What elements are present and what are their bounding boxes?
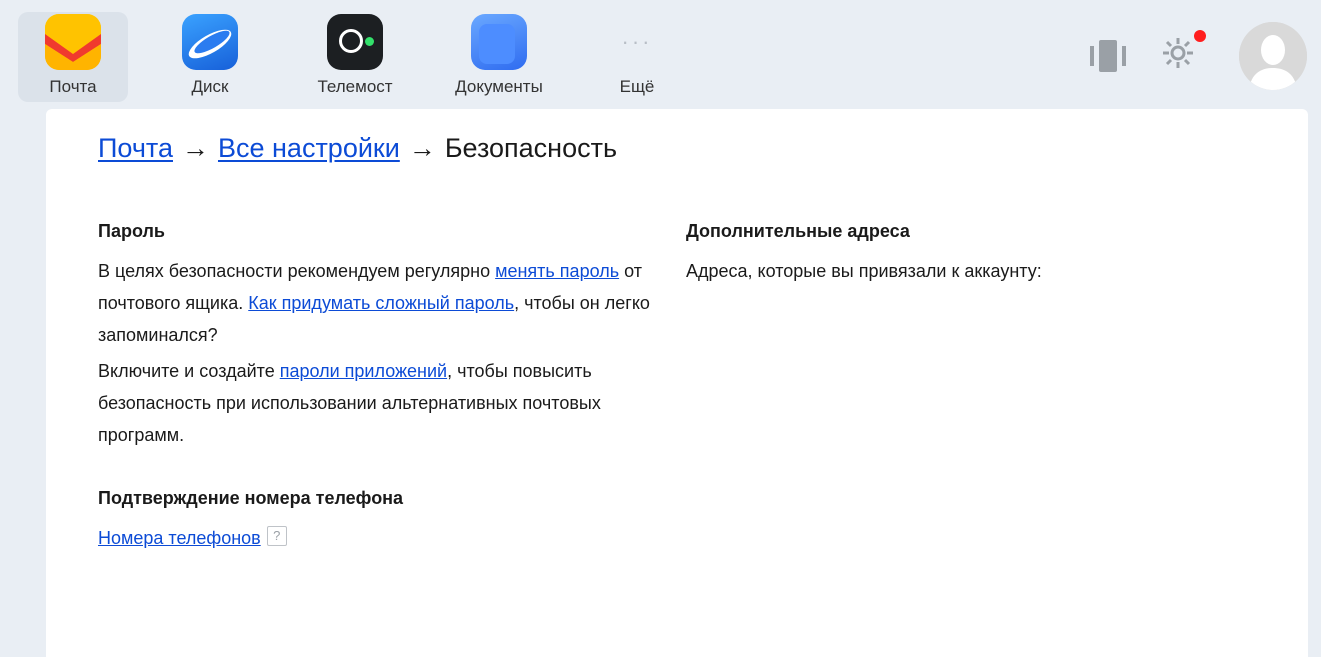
help-icon[interactable]: ?	[266, 526, 287, 546]
documents-icon	[471, 14, 527, 70]
breadcrumb: Почта → Все настройки → Безопасность	[98, 133, 617, 164]
extra-addresses-text: Адреса, которые вы привязали к аккаунту:	[686, 261, 1042, 281]
avatar[interactable]	[1239, 22, 1307, 90]
left-column: Пароль В целях безопасности рекомендуем …	[98, 219, 658, 554]
app-telemost[interactable]: Телемост	[300, 12, 410, 102]
more-icon: ···	[621, 29, 653, 54]
notification-dot	[1194, 30, 1206, 42]
text: Включите и создайте	[98, 361, 280, 381]
breadcrumb-link-all-settings[interactable]: Все настройки	[218, 133, 400, 163]
password-paragraph-1: В целях безопасности рекомендуем регуляр…	[98, 255, 658, 351]
breadcrumb-separator: →	[408, 133, 436, 163]
breadcrumb-current: Безопасность	[444, 133, 618, 163]
app-label: Ещё	[619, 77, 655, 96]
telemost-icon	[327, 14, 383, 70]
phone-row: Номера телефонов?	[98, 522, 658, 554]
settings-card: Почта → Все настройки → Безопасность Пароль …	[46, 109, 1308, 657]
app-mail[interactable]: Почта	[18, 12, 128, 102]
app-disk[interactable]: Диск	[155, 12, 265, 102]
text: В целях безопасности рекомендуем регуляр…	[98, 261, 496, 281]
app-label: Телемост	[317, 77, 393, 96]
app-passwords-link[interactable]: пароли приложений	[280, 361, 447, 381]
right-column: Дополнительные адреса Адреса, которые вы…	[686, 219, 1246, 291]
breadcrumb-separator: →	[181, 133, 209, 163]
app-more[interactable]: ··· Ещё	[582, 12, 692, 102]
change-password-link[interactable]: менять пароль	[495, 261, 619, 281]
phone-section-title: Подтверждение номера телефона	[98, 488, 404, 508]
extra-addresses-title: Дополнительные адреса	[686, 221, 910, 241]
app-label: Почта	[49, 77, 97, 96]
strong-password-help-link[interactable]: Как придумать сложный пароль	[248, 293, 514, 313]
top-app-bar: Почта Диск Телемост Документы ··· Ещё	[0, 0, 1321, 108]
phone-section: Подтверждение номера телефона Номера тел…	[98, 486, 658, 554]
phone-numbers-link[interactable]: Номера телефонов	[98, 528, 261, 548]
disk-icon	[182, 14, 238, 70]
app-documents[interactable]: Документы	[444, 12, 554, 102]
app-label: Диск	[191, 77, 229, 96]
password-paragraph-2: Включите и создайте пароли приложений, ч…	[98, 355, 658, 451]
gear-icon[interactable]	[1161, 36, 1195, 75]
breadcrumb-link-mail[interactable]: Почта	[98, 133, 173, 163]
app-label: Документы	[455, 77, 543, 96]
phone-icon[interactable]	[1090, 40, 1126, 77]
password-section-title: Пароль	[98, 221, 165, 241]
mail-icon	[45, 14, 101, 70]
